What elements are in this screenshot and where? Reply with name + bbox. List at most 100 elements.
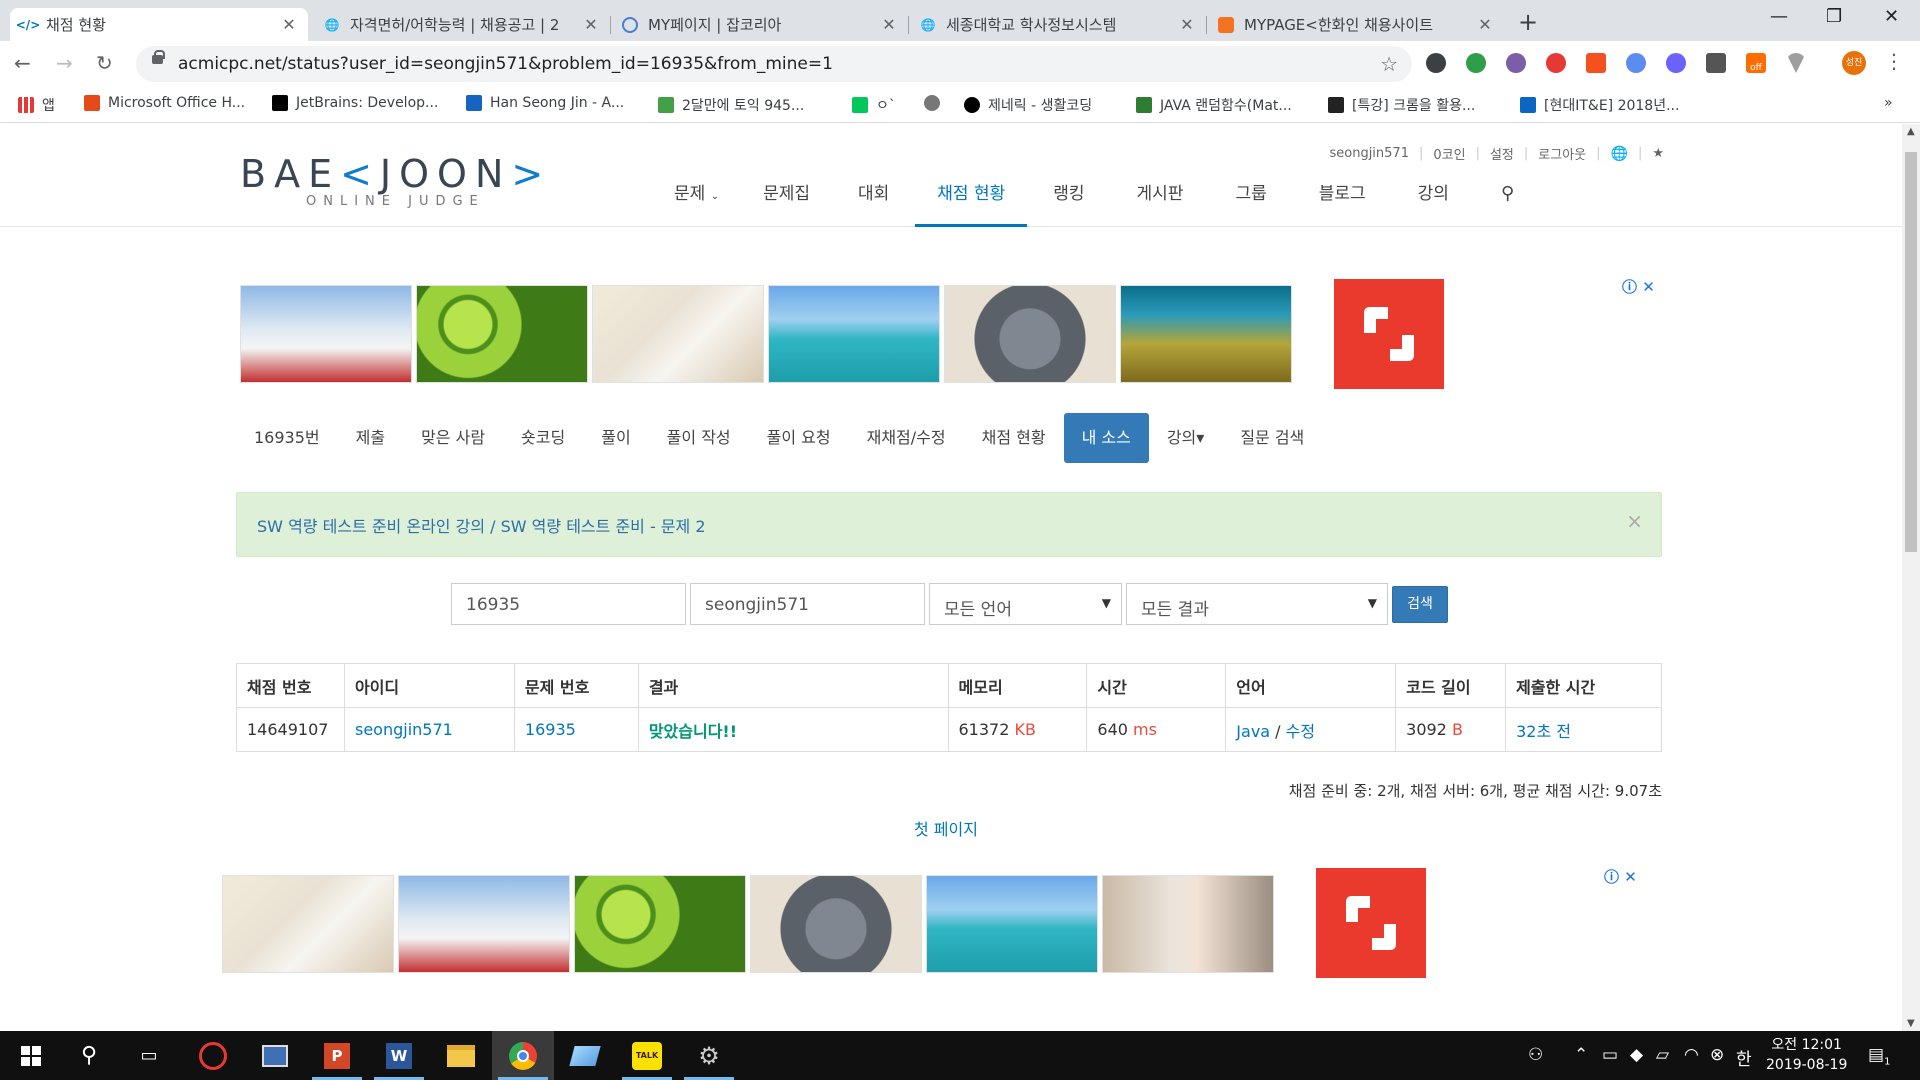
taskbar-app-network[interactable] <box>244 1031 306 1080</box>
notifications-icon[interactable]: ▤1 <box>1868 1045 1890 1067</box>
bookmark-item[interactable]: 2달만에 토익 945... <box>658 95 804 115</box>
subnav-rejudge[interactable]: 재채점/수정 <box>849 413 964 463</box>
extension-icon[interactable] <box>1506 53 1526 73</box>
close-tab-icon[interactable]: ✕ <box>1476 15 1494 34</box>
extension-icon[interactable] <box>1586 53 1606 73</box>
reload-icon[interactable]: ↻ <box>96 51 113 75</box>
show-hidden-icons-icon[interactable]: ⌃ <box>1574 1045 1588 1065</box>
bookmark-apps[interactable]: 앱 <box>18 95 55 115</box>
scroll-up-icon[interactable]: ▲ <box>1907 126 1915 137</box>
subnav-solvers[interactable]: 맞은 사람 <box>403 413 503 463</box>
subnav-submit[interactable]: 제출 <box>338 413 403 463</box>
ad-image[interactable] <box>750 875 922 973</box>
taskbar-app-word[interactable]: W <box>368 1031 430 1080</box>
subnav-write-solution[interactable]: 풀이 작성 <box>649 413 749 463</box>
people-icon[interactable]: ⚇ <box>1528 1045 1543 1065</box>
extension-icon[interactable] <box>1706 53 1726 73</box>
subnav-problem-number[interactable]: 16935번 <box>236 413 338 463</box>
new-tab-button[interactable]: + <box>1518 8 1538 36</box>
star-icon[interactable]: ★ <box>1652 146 1664 161</box>
back-icon[interactable]: ← <box>14 51 31 75</box>
page-scrollbar[interactable]: ▲ ▼ <box>1902 124 1920 1031</box>
profile-avatar[interactable]: 성진 <box>1842 51 1866 75</box>
ad-info-icon[interactable]: ⓘ ✕ <box>1622 276 1655 297</box>
extension-off-icon[interactable]: off <box>1746 53 1766 73</box>
ad-image[interactable] <box>926 875 1098 973</box>
taskbar-app-generic[interactable] <box>554 1031 616 1080</box>
ad-image[interactable] <box>1102 875 1274 973</box>
problem-id-input[interactable]: 16935 <box>451 583 686 625</box>
close-tab-icon[interactable]: ✕ <box>880 15 898 34</box>
ad-image[interactable] <box>768 285 940 383</box>
edit-link[interactable]: 수정 <box>1286 722 1315 741</box>
taskbar-app-settings[interactable]: ⚙ <box>678 1031 740 1080</box>
submitted-time-link[interactable]: 32초 전 <box>1516 722 1571 741</box>
menu-board[interactable]: 게시판 <box>1111 176 1210 227</box>
subnav-lecture[interactable]: 강의▾ <box>1149 413 1222 463</box>
close-tab-icon[interactable]: ✕ <box>1178 15 1196 34</box>
subnav-solutions[interactable]: 풀이 <box>583 413 648 463</box>
source-link[interactable]: Java <box>1236 722 1270 741</box>
user-id-input[interactable]: seongjin571 <box>690 583 925 625</box>
ad-banner-bottom[interactable] <box>222 875 1278 973</box>
bookmark-item[interactable]: 제네릭 - 생활코딩 <box>964 95 1092 115</box>
close-icon[interactable]: × <box>1626 509 1643 533</box>
browser-tab[interactable]: </> 채점 현황 ✕ <box>10 8 308 41</box>
scrollbar-thumb[interactable] <box>1905 152 1917 552</box>
ad-banner-top[interactable] <box>240 285 1296 383</box>
problem-link[interactable]: 16935 <box>525 720 576 739</box>
taskbar-app-explorer[interactable] <box>430 1031 492 1080</box>
globe-icon[interactable]: 🌐 <box>1611 146 1628 162</box>
close-window-button[interactable]: ✕ <box>1884 6 1899 27</box>
restore-button[interactable]: ❐ <box>1826 6 1842 27</box>
alert-link-problem[interactable]: SW 역량 테스트 준비 - 문제 2 <box>501 517 706 536</box>
drive-icon[interactable]: ▱ <box>1656 1045 1669 1065</box>
bookmark-item[interactable]: Han Seong Jin - A... <box>466 95 624 111</box>
taskbar-app-kakaotalk[interactable]: TALK <box>616 1031 678 1080</box>
extension-icon[interactable] <box>1426 53 1446 73</box>
forward-icon[interactable]: → <box>56 51 73 75</box>
coin-link[interactable]: 0코인 <box>1433 144 1465 163</box>
extension-icon[interactable] <box>1626 53 1646 73</box>
wifi-icon[interactable]: ◠ <box>1684 1045 1699 1065</box>
search-icon[interactable]: ⚲ <box>1475 176 1540 227</box>
subnav-question-search[interactable]: 질문 검색 <box>1222 413 1322 463</box>
minimize-button[interactable]: — <box>1770 6 1788 27</box>
menu-ranking[interactable]: 랭킹 <box>1027 176 1110 227</box>
taskbar-app-sync[interactable] <box>182 1031 244 1080</box>
menu-blog[interactable]: 블로그 <box>1293 176 1392 227</box>
menu-contest[interactable]: 대회 <box>832 176 915 227</box>
ad-image[interactable] <box>240 285 412 383</box>
ime-indicator[interactable]: 한 <box>1736 1045 1752 1070</box>
bookmark-star-icon[interactable]: ☆ <box>1380 52 1398 76</box>
close-tab-icon[interactable]: ✕ <box>280 15 298 34</box>
settings-link[interactable]: 설정 <box>1490 144 1514 163</box>
scroll-down-icon[interactable]: ▼ <box>1907 1018 1915 1029</box>
browser-tab[interactable]: MY페이지 | 잡코리아 ✕ <box>612 8 908 41</box>
menu-group[interactable]: 그룹 <box>1209 176 1292 227</box>
result-select[interactable]: 모든 결과 ▼ <box>1126 583 1388 625</box>
ad-image[interactable] <box>1120 285 1292 383</box>
search-button[interactable]: 검색 <box>1392 586 1448 623</box>
ad-image[interactable] <box>398 875 570 973</box>
browser-tab[interactable]: 🌐 자격면허/어학능력 | 채용공고 | 2 ✕ <box>314 8 610 41</box>
subnav-short-coding[interactable]: 숏코딩 <box>503 413 583 463</box>
language-select[interactable]: 모든 언어 ▼ <box>929 583 1122 625</box>
ad-logo[interactable] <box>1334 279 1444 389</box>
ad-image[interactable] <box>944 285 1116 383</box>
more-bookmarks-icon[interactable]: » <box>1884 95 1893 111</box>
username-link[interactable]: seongjin571 <box>1329 146 1409 161</box>
extension-icon[interactable] <box>1666 53 1686 73</box>
search-icon[interactable]: ⚲ <box>58 1031 120 1080</box>
bookmark-item[interactable] <box>924 95 948 111</box>
alert-link-lecture[interactable]: SW 역량 테스트 준비 온라인 강의 <box>257 517 485 536</box>
subnav-status[interactable]: 채점 현황 <box>964 413 1064 463</box>
ad-image[interactable] <box>222 875 394 973</box>
dropbox-icon[interactable]: ◆ <box>1630 1045 1643 1065</box>
extension-icon[interactable] <box>1546 53 1566 73</box>
volume-muted-icon[interactable]: ⊗ <box>1710 1045 1724 1065</box>
browser-tab[interactable]: 🌐 세종대학교 학사정보시스템 ✕ <box>910 8 1206 41</box>
ad-info-icon[interactable]: ⓘ ✕ <box>1604 866 1637 887</box>
address-bar[interactable]: acmicpc.net/status?user_id=seongjin571&p… <box>136 46 1412 82</box>
subnav-my-source[interactable]: 내 소스 <box>1063 413 1149 463</box>
